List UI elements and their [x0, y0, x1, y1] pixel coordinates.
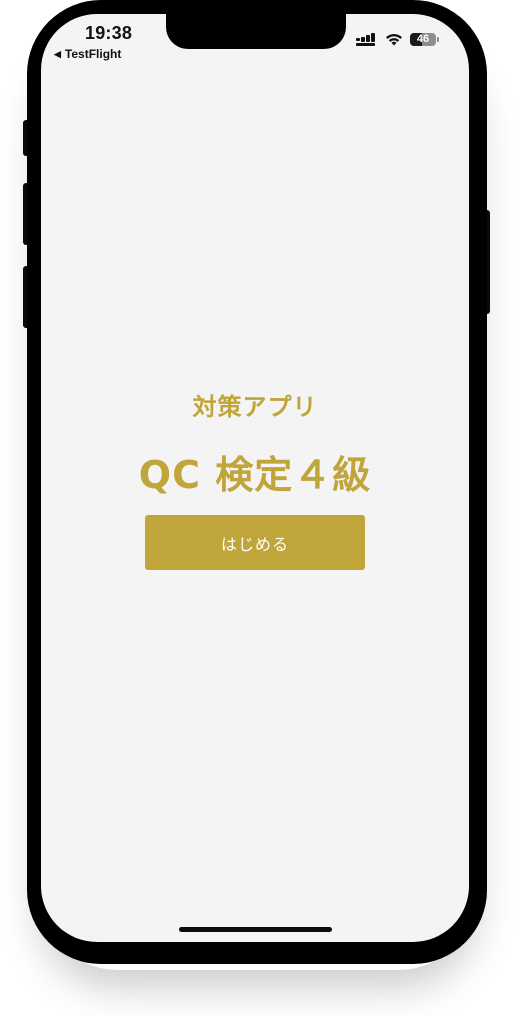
- stage: 19:38 ◀ TestFlight 46 対策アプリ QC 検定４級 はじめる: [0, 0, 513, 1016]
- battery-icon: 46: [410, 33, 439, 46]
- battery-body: 46: [410, 33, 436, 46]
- app-title: QC 検定４級: [138, 453, 372, 497]
- back-arrow-icon: ◀: [54, 48, 61, 59]
- screen: 19:38 ◀ TestFlight 46 対策アプリ QC 検定４級 はじめる: [41, 14, 469, 942]
- notch: [166, 14, 346, 49]
- battery-cap: [437, 37, 439, 42]
- back-app-label: TestFlight: [64, 47, 122, 61]
- app-subtitle: 対策アプリ: [192, 393, 318, 421]
- battery-level: 46: [416, 33, 430, 45]
- start-button[interactable]: はじめる: [145, 515, 365, 570]
- back-to-app-link[interactable]: ◀ TestFlight: [54, 47, 121, 61]
- status-icons: 46: [356, 33, 439, 46]
- wifi-icon: [386, 34, 402, 46]
- cellular-signal-icon: [356, 33, 375, 46]
- status-time: 19:38: [85, 23, 133, 43]
- home-indicator[interactable]: [179, 927, 332, 932]
